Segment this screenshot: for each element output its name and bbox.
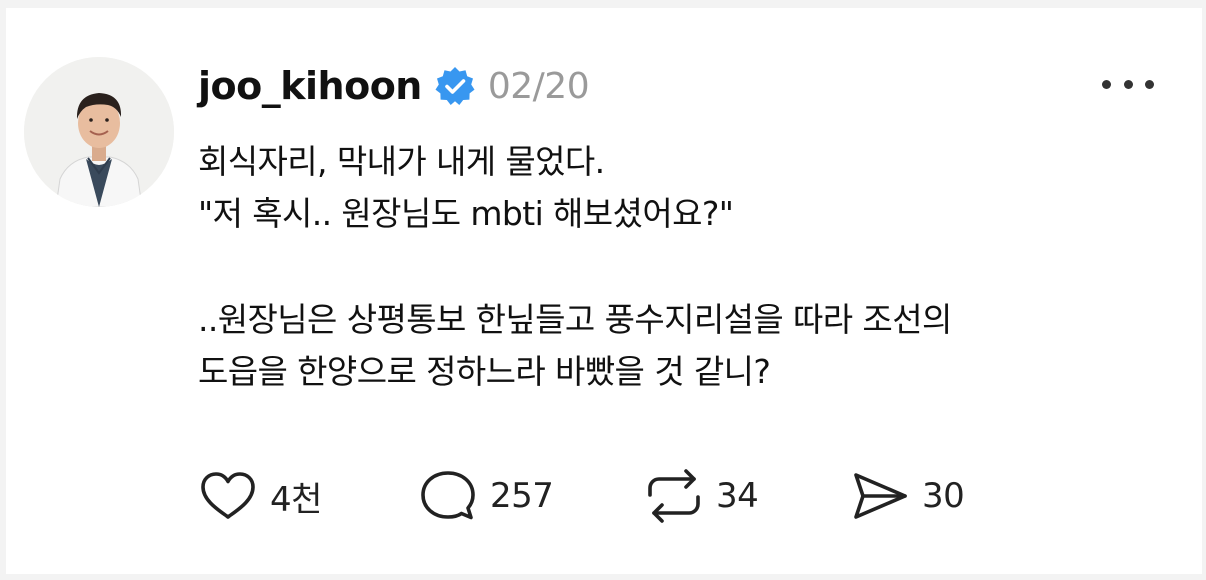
share-count: 30 — [922, 476, 965, 516]
reply-button[interactable]: 257 — [418, 469, 644, 523]
like-count: 4천 — [270, 479, 322, 520]
post-text-line: 도읍을 한양으로 정하느라 바빴을 것 같니? — [198, 352, 771, 391]
repost-count: 34 — [716, 476, 759, 516]
reply-count: 257 — [490, 476, 554, 516]
more-dot — [1123, 79, 1133, 89]
share-button[interactable]: 30 — [850, 470, 965, 522]
comment-bubble-icon — [421, 471, 475, 520]
verified-badge-icon — [434, 65, 476, 107]
action-bar: 4천 257 34 30 — [198, 466, 965, 526]
heart-icon — [201, 472, 255, 519]
more-options-icon[interactable] — [1102, 72, 1154, 96]
post-body-paragraph-1: 회식자리, 막내가 내게 물었다. "저 혹시.. 원장님도 mbti 해보셨어… — [198, 136, 734, 240]
repost-icon — [648, 469, 700, 523]
repost-button[interactable]: 34 — [644, 468, 850, 524]
post-date: 02/20 — [487, 65, 590, 107]
post-text-line: "저 혹시.. 원장님도 mbti 해보셨어요?" — [198, 194, 734, 233]
post-body-paragraph-2: ..원장님은 상평통보 한닢들고 풍수지리설을 따라 조선의 도읍을 한양으로 … — [198, 294, 952, 398]
post-text-line: ..원장님은 상평통보 한닢들고 풍수지리설을 따라 조선의 — [198, 300, 952, 339]
send-icon — [854, 473, 907, 519]
post-text-line: 회식자리, 막내가 내게 물었다. — [198, 142, 605, 181]
more-dot — [1145, 79, 1154, 89]
more-dot — [1102, 79, 1111, 89]
post-header: joo_kihoon 02/20 — [198, 62, 590, 110]
username[interactable]: joo_kihoon — [198, 64, 422, 108]
avatar[interactable] — [24, 57, 174, 207]
like-button[interactable]: 4천 — [198, 470, 418, 522]
profile-photo — [24, 57, 174, 207]
